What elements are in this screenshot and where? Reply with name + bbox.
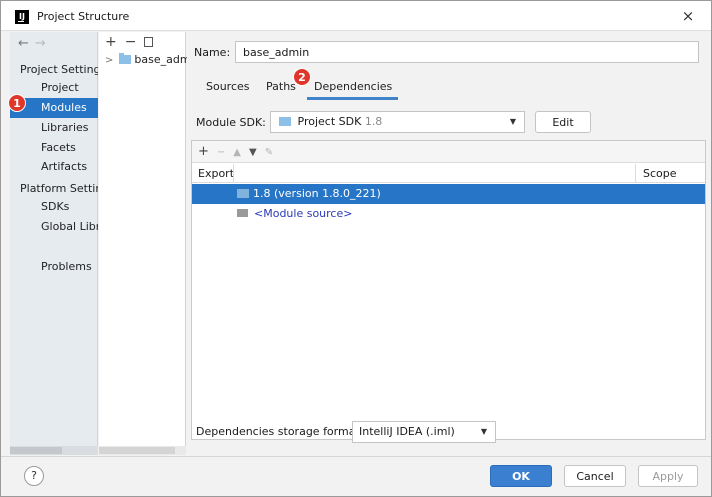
storage-format-value: IntelliJ IDEA (.iml) bbox=[359, 425, 455, 438]
column-scope[interactable]: Scope bbox=[643, 167, 677, 180]
storage-format-label: Dependencies storage format: bbox=[196, 425, 364, 438]
column-divider[interactable] bbox=[233, 164, 234, 183]
nav-item-artifacts[interactable]: Artifacts bbox=[10, 157, 98, 177]
remove-dependency-icon[interactable]: − bbox=[217, 142, 225, 163]
scrollbar-thumb[interactable] bbox=[10, 447, 62, 454]
cancel-button[interactable]: Cancel bbox=[564, 465, 626, 487]
active-tab-indicator bbox=[307, 97, 398, 100]
table-row[interactable]: <Module source> bbox=[192, 204, 705, 224]
help-button[interactable]: ? bbox=[24, 466, 44, 486]
jdk-folder-icon bbox=[237, 189, 249, 198]
sdk-folder-icon bbox=[279, 117, 291, 126]
remove-icon[interactable]: − bbox=[125, 34, 137, 50]
add-dependency-icon[interactable]: + bbox=[198, 141, 209, 162]
chevron-down-icon: ▼ bbox=[509, 117, 516, 126]
sdk-value: Project SDK bbox=[297, 115, 362, 128]
dependency-label: 1.8 (version 1.8.0_221) bbox=[253, 187, 381, 200]
table-header: Export Scope bbox=[192, 164, 705, 183]
sdk-version: 1.8 bbox=[364, 115, 383, 128]
move-down-icon[interactable]: ▼ bbox=[249, 142, 257, 163]
window-title: Project Structure bbox=[37, 10, 130, 23]
dialog-footer: ? OK Cancel Apply bbox=[1, 456, 711, 496]
tab-paths[interactable]: Paths bbox=[266, 80, 296, 93]
settings-nav: ←→ Project Settings Project Modules Libr… bbox=[10, 32, 98, 455]
apply-button[interactable]: Apply bbox=[638, 465, 698, 487]
title-bar: IJ Project Structure × bbox=[1, 1, 711, 31]
module-sdk-select[interactable]: Project SDK 1.8 ▼ bbox=[270, 111, 525, 133]
edit-dependency-icon[interactable]: ✎ bbox=[265, 142, 273, 163]
table-row[interactable]: 1.8 (version 1.8.0_221) bbox=[192, 184, 705, 204]
module-tabs: Sources Paths Dependencies bbox=[187, 75, 711, 101]
column-export[interactable]: Export bbox=[198, 167, 234, 180]
project-settings-header: Project Settings bbox=[20, 63, 98, 76]
tree-horizontal-scrollbar[interactable] bbox=[99, 446, 186, 455]
nav-item-facets[interactable]: Facets bbox=[10, 138, 98, 158]
dependency-label: <Module source> bbox=[254, 207, 353, 220]
nav-item-problems[interactable]: Problems bbox=[10, 257, 98, 277]
back-arrow-icon[interactable]: ← bbox=[18, 36, 35, 51]
copy-icon[interactable] bbox=[144, 37, 154, 47]
tab-sources[interactable]: Sources bbox=[206, 80, 250, 93]
tree-toolbar: + − bbox=[105, 34, 161, 50]
add-icon[interactable]: + bbox=[105, 34, 117, 50]
nav-history: ←→ bbox=[18, 36, 52, 51]
dependencies-toolbar: + − ▲ ▼ ✎ bbox=[192, 141, 705, 163]
project-structure-dialog: IJ Project Structure × ←→ Project Settin… bbox=[0, 0, 712, 497]
chevron-right-icon[interactable]: > bbox=[105, 55, 113, 66]
intellij-icon: IJ bbox=[15, 10, 29, 24]
move-up-icon[interactable]: ▲ bbox=[233, 142, 241, 163]
module-settings-panel: Name: Sources Paths Dependencies 2 Modul… bbox=[187, 32, 711, 455]
nav-item-global-libraries[interactable]: Global Libraries bbox=[10, 217, 98, 237]
dependencies-table: + − ▲ ▼ ✎ Export Scope 1.8 (version 1.8.0_22… bbox=[191, 140, 706, 440]
nav-item-sdks[interactable]: SDKs bbox=[10, 197, 98, 217]
edit-sdk-button[interactable]: Edit bbox=[535, 111, 591, 133]
name-label: Name: bbox=[194, 46, 231, 59]
tab-dependencies[interactable]: Dependencies bbox=[314, 80, 392, 93]
nav-item-project[interactable]: Project bbox=[10, 78, 98, 98]
platform-settings-header: Platform Settings bbox=[20, 182, 98, 195]
forward-arrow-icon[interactable]: → bbox=[35, 36, 52, 51]
step-badge-1: 1 bbox=[8, 94, 26, 112]
step-badge-2: 2 bbox=[293, 68, 311, 86]
ok-button[interactable]: OK bbox=[490, 465, 552, 487]
module-source-icon bbox=[237, 209, 248, 217]
column-divider[interactable] bbox=[635, 164, 636, 183]
nav-item-libraries[interactable]: Libraries bbox=[10, 118, 98, 138]
close-button[interactable]: × bbox=[679, 7, 697, 25]
storage-format-select[interactable]: IntelliJ IDEA (.iml) ▼ bbox=[352, 421, 496, 443]
module-tree: + − > base_admin bbox=[99, 32, 201, 455]
module-sdk-label: Module SDK: bbox=[196, 116, 266, 129]
scrollbar-thumb[interactable] bbox=[99, 447, 175, 454]
chevron-down-icon: ▼ bbox=[480, 427, 487, 436]
module-folder-icon bbox=[119, 53, 132, 64]
nav-horizontal-scrollbar[interactable] bbox=[10, 446, 98, 455]
module-name-input[interactable] bbox=[235, 41, 699, 63]
